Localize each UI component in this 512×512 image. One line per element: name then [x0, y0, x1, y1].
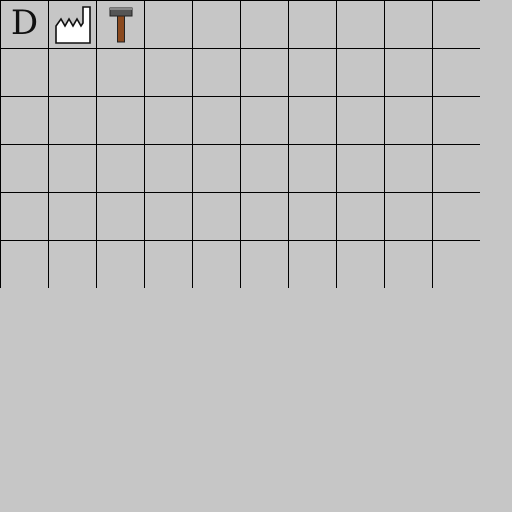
empty-slot[interactable] — [384, 0, 432, 48]
empty-slot[interactable] — [384, 192, 432, 240]
empty-slot[interactable] — [288, 144, 336, 192]
empty-slot[interactable] — [432, 0, 480, 48]
empty-slot[interactable] — [144, 96, 192, 144]
empty-slot[interactable] — [48, 144, 96, 192]
empty-slot[interactable] — [384, 48, 432, 96]
empty-slot[interactable] — [240, 0, 288, 48]
empty-slot[interactable] — [48, 48, 96, 96]
empty-slot[interactable] — [288, 192, 336, 240]
hammer-icon — [106, 5, 136, 45]
empty-slot[interactable] — [240, 240, 288, 288]
tool-cell-tool-hammer[interactable] — [96, 0, 144, 48]
empty-slot[interactable] — [336, 192, 384, 240]
empty-slot[interactable] — [0, 240, 48, 288]
empty-slot[interactable] — [240, 96, 288, 144]
tool-cell-tool-d[interactable]: D — [0, 0, 48, 48]
empty-slot[interactable] — [336, 144, 384, 192]
empty-slot[interactable] — [96, 48, 144, 96]
empty-slot[interactable] — [192, 144, 240, 192]
empty-slot[interactable] — [336, 0, 384, 48]
empty-slot[interactable] — [432, 240, 480, 288]
empty-slot[interactable] — [240, 48, 288, 96]
empty-slot[interactable] — [144, 48, 192, 96]
empty-slot[interactable] — [48, 240, 96, 288]
empty-slot[interactable] — [48, 96, 96, 144]
empty-slot[interactable] — [0, 48, 48, 96]
empty-slot[interactable] — [336, 48, 384, 96]
empty-slot[interactable] — [384, 144, 432, 192]
empty-slot[interactable] — [240, 144, 288, 192]
empty-slot[interactable] — [288, 240, 336, 288]
tool-palette-page: D — [0, 0, 512, 512]
empty-slot[interactable] — [96, 144, 144, 192]
empty-slot[interactable] — [192, 192, 240, 240]
empty-slot[interactable] — [96, 96, 144, 144]
empty-slot[interactable] — [96, 192, 144, 240]
empty-slot[interactable] — [192, 0, 240, 48]
empty-slot[interactable] — [144, 192, 192, 240]
empty-slot[interactable] — [432, 48, 480, 96]
empty-slot[interactable] — [432, 192, 480, 240]
empty-slot[interactable] — [288, 48, 336, 96]
empty-slot[interactable] — [240, 192, 288, 240]
empty-slot[interactable] — [336, 240, 384, 288]
empty-slot[interactable] — [432, 144, 480, 192]
empty-slot[interactable] — [432, 96, 480, 144]
empty-slot[interactable] — [384, 240, 432, 288]
empty-slot[interactable] — [48, 192, 96, 240]
empty-slot[interactable] — [288, 96, 336, 144]
empty-slot[interactable] — [336, 96, 384, 144]
empty-slot[interactable] — [192, 48, 240, 96]
empty-slot[interactable] — [144, 0, 192, 48]
tool-cell-tool-factory[interactable] — [48, 0, 96, 48]
letter-d-icon: D — [10, 3, 39, 43]
empty-slot[interactable] — [0, 144, 48, 192]
empty-slot[interactable] — [144, 144, 192, 192]
empty-slot[interactable] — [384, 96, 432, 144]
empty-slot[interactable] — [288, 0, 336, 48]
empty-slot[interactable] — [192, 240, 240, 288]
empty-slot[interactable] — [192, 96, 240, 144]
empty-slot[interactable] — [144, 240, 192, 288]
tool-grid: D — [0, 0, 480, 288]
factory-icon — [52, 4, 94, 46]
empty-slot[interactable] — [0, 192, 48, 240]
empty-slot[interactable] — [96, 240, 144, 288]
empty-slot[interactable] — [0, 96, 48, 144]
